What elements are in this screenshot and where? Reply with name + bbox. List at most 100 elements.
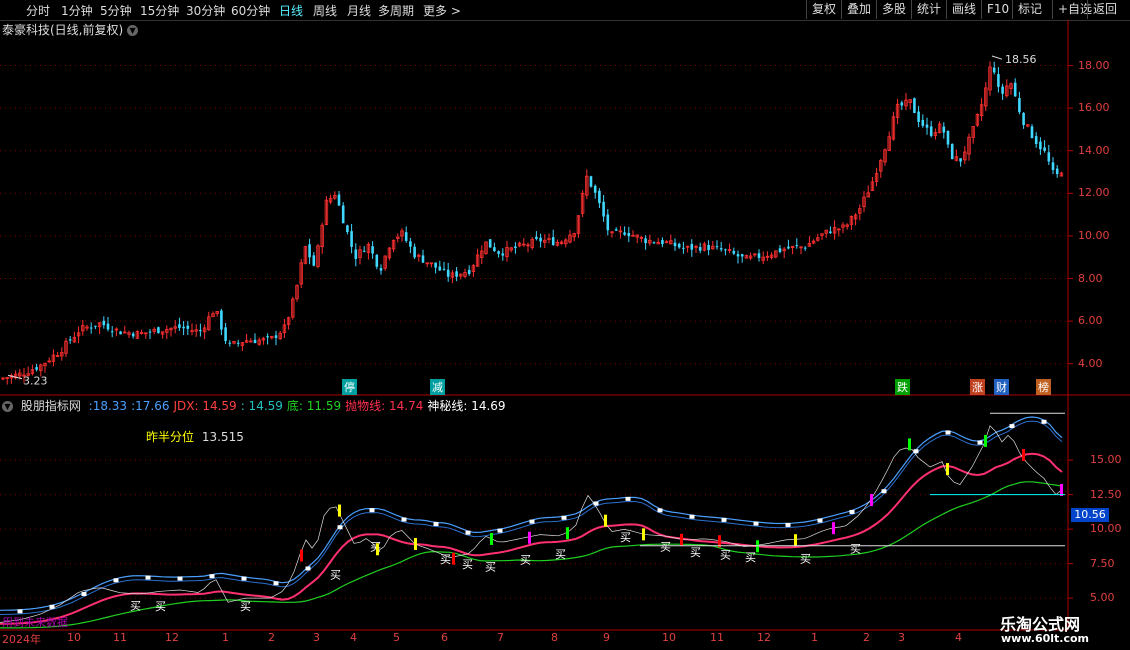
x-tick-label: 9 (603, 631, 610, 644)
chevron-down-icon[interactable]: ▼ (2, 401, 13, 412)
band-marker (945, 430, 951, 435)
band-marker (337, 525, 343, 530)
indicator-grid (0, 459, 1073, 599)
y-tick-label: 15.00 (1090, 453, 1122, 467)
candle-body (379, 268, 383, 271)
indicator-value: JDX: 14.59 (173, 399, 237, 413)
band-marker (753, 521, 759, 526)
band-marker (433, 522, 439, 527)
yesterday-label: 昨半分位 13.515 (146, 428, 244, 445)
band-marker (305, 566, 311, 571)
y-tick-label: 7.50 (1090, 556, 1115, 570)
buy-signal-label: 买 (690, 546, 701, 559)
indicator-value: 底: 11.59 (286, 399, 342, 413)
bottom-note: 用到未来数据 (2, 616, 68, 629)
candle-body (757, 253, 761, 258)
x-tick-label: 10 (662, 631, 676, 644)
candle-body (1043, 147, 1046, 151)
x-tick-label: 7 (497, 631, 504, 644)
candle-body (186, 325, 190, 329)
main-grid (0, 65, 1073, 365)
current-price-tag: 10.56 (1071, 508, 1109, 522)
candle-body (455, 271, 458, 277)
candle-body (178, 324, 181, 328)
x-tick-label: 2 (268, 631, 275, 644)
candle-body (724, 249, 727, 251)
candle-body (946, 130, 950, 145)
signal-bar (984, 434, 987, 447)
candle-body (925, 124, 929, 128)
band-marker (369, 508, 375, 513)
candle-body (1047, 152, 1051, 162)
signal-badge: 涨 (970, 379, 985, 395)
band-marker (17, 609, 23, 614)
candle-body (497, 251, 500, 254)
band-marker (785, 522, 791, 527)
candle-body (442, 268, 446, 270)
signal-bar (756, 540, 759, 553)
y-tick-label: 12.50 (1090, 487, 1122, 501)
band-marker (81, 592, 87, 597)
buy-signal-label: 买 (155, 600, 166, 613)
band-marker (273, 581, 279, 586)
y-tick-label: 10.00 (1090, 522, 1122, 536)
candle-body (354, 249, 358, 259)
signal-bar (566, 527, 569, 540)
indicator-value: :18.33 (88, 399, 128, 413)
y-tick-label: 6.00 (1078, 314, 1103, 328)
signal-bar (1022, 449, 1025, 461)
signal-bar (338, 504, 341, 517)
x-tick-label: 11 (113, 631, 127, 644)
band-marker (401, 517, 407, 522)
candle-body (308, 244, 311, 258)
y-tick-label: 16.00 (1078, 101, 1110, 115)
signal-bar (642, 528, 645, 541)
band-marker (241, 576, 247, 581)
band-marker (497, 528, 503, 533)
candle-body (68, 339, 72, 341)
signal-bar (414, 537, 417, 550)
candle-body (346, 225, 349, 233)
y-tick-label: 10.00 (1078, 228, 1110, 242)
candle-body (467, 269, 471, 274)
candle-body (997, 74, 1000, 87)
buy-signal-label: 买 (330, 568, 341, 581)
indicator-title: ▼ 股朋指标网 :18.33:17.66 JDX: 14.59: 14.59 底: … (2, 397, 514, 414)
candle-body (644, 238, 647, 244)
y-tick-label: 18.00 (1078, 58, 1110, 72)
signal-bar (832, 522, 835, 535)
buy-signal-label: 买 (520, 554, 531, 567)
band-marker (177, 576, 183, 581)
buy-signal-label: 买 (440, 553, 451, 566)
candle-body (623, 232, 626, 235)
candle-body (661, 239, 664, 245)
band-marker (721, 517, 727, 522)
yesterday-label-text: 昨半分位 (146, 430, 195, 444)
x-tick-label: 4 (350, 631, 357, 644)
band-marker (593, 501, 599, 506)
x-tick-label: 12 (757, 631, 771, 644)
signal-badge: 榜 (1036, 379, 1051, 395)
candle-body (1051, 162, 1055, 170)
candle-body (421, 255, 425, 263)
candle-body (493, 247, 496, 252)
candle-body (1055, 168, 1059, 175)
candle-body (1013, 82, 1017, 97)
candle-body (434, 262, 437, 268)
buy-signal-label: 买 (370, 540, 381, 553)
band-marker (881, 489, 887, 494)
candle-body (106, 323, 110, 330)
signal-bar (490, 532, 493, 545)
band-marker (465, 530, 471, 535)
band-marker (913, 449, 919, 454)
x-tick-label: 12 (165, 631, 179, 644)
buy-signal-label: 买 (462, 558, 473, 571)
band-marker (817, 518, 823, 523)
year-label: 2024年 (2, 633, 41, 646)
buy-signal-label: 买 (485, 560, 496, 573)
candle-body (488, 239, 492, 248)
candle-body (740, 254, 744, 257)
band-marker (49, 604, 55, 609)
x-tick-label: 2 (863, 631, 870, 644)
candle-body (736, 254, 740, 257)
